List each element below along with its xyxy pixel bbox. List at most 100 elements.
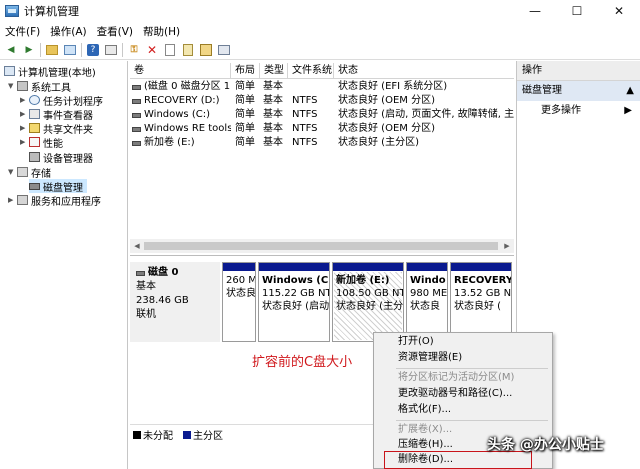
close-button[interactable]: ✕: [598, 0, 640, 22]
volume-row[interactable]: Windows (C:) 简单 基本 NTFS 状态良好 (启动, 页面文件, …: [130, 108, 514, 122]
toolbar-divider: [122, 42, 123, 57]
menu-divider: [396, 420, 548, 421]
more-actions-item[interactable]: 更多操作 ▶: [517, 101, 640, 121]
expand-caret-icon[interactable]: ▶: [8, 196, 17, 204]
column-header-volume[interactable]: 卷: [130, 63, 231, 79]
column-header-filesystem[interactable]: 文件系统: [288, 63, 334, 79]
menu-divider: [396, 368, 548, 369]
menu-item-explorer[interactable]: 资源管理器(E): [398, 350, 462, 366]
tree-item-task-scheduler[interactable]: ▶ 任务计划程序: [20, 93, 103, 108]
volume-row[interactable]: RECOVERY (D:) 简单 基本 NTFS 状态良好 (OEM 分区): [130, 94, 514, 108]
disk-info-panel[interactable]: 磁盘 0 基本 238.46 GB 联机: [130, 262, 220, 342]
volume-name: RECOVERY (D:): [144, 95, 220, 106]
horizontal-scrollbar[interactable]: ◀ ▶: [130, 239, 514, 253]
tree-item-storage[interactable]: ▼ 存储: [8, 165, 51, 180]
volume-status: 状态良好 (EFI 系统分区): [338, 81, 448, 92]
menu-item-change-drive-letter[interactable]: 更改驱动器号和路径(C)...: [398, 386, 512, 402]
partition-status: 状态良好 (: [454, 301, 502, 312]
volume-row[interactable]: 新加卷 (E:) 简单 基本 NTFS 状态良好 (主分区): [130, 136, 514, 150]
column-header-status[interactable]: 状态: [334, 63, 514, 79]
volume-row[interactable]: (磁盘 0 磁盘分区 1) 简单 基本 状态良好 (EFI 系统分区): [130, 80, 514, 94]
toolbar-divider: [40, 42, 41, 57]
menu-item-mark-active: 将分区标记为活动分区(M): [398, 372, 515, 383]
performance-icon: [29, 137, 40, 147]
tree-label: 任务计划程序: [43, 96, 103, 108]
partition-recovery[interactable]: RECOVERY 13.52 GB N 状态良好 (: [450, 262, 512, 342]
partition-status: 状态良: [226, 288, 256, 299]
menu-action[interactable]: 操作(A): [45, 24, 91, 39]
console-tree-icon[interactable]: [63, 43, 77, 57]
tree-item-root[interactable]: 计算机管理(本地): [4, 64, 96, 79]
partition-name: Windo: [410, 275, 446, 286]
annotation-text: 扩容前的C盘大小: [252, 355, 353, 370]
forward-arrow-icon[interactable]: ▶: [22, 43, 36, 57]
delete-icon[interactable]: ✕: [145, 43, 159, 57]
tree-item-event-viewer[interactable]: ▶ 事件查看器: [20, 107, 93, 122]
key-icon[interactable]: ⚿: [127, 43, 141, 57]
legend-unallocated: 未分配: [143, 431, 173, 442]
help-icon[interactable]: ?: [86, 43, 100, 57]
tree-label: 系统工具: [31, 82, 71, 94]
volume-status: 状态良好 (主分区): [338, 137, 419, 148]
up-folder-icon[interactable]: [45, 43, 59, 57]
volume-row[interactable]: Windows RE tools 简单 基本 NTFS 状态良好 (OEM 分区…: [130, 122, 514, 136]
computer-icon: [4, 66, 15, 76]
volume-icon: [132, 84, 141, 90]
services-icon: [17, 195, 28, 205]
scroll-right-icon[interactable]: ▶: [500, 239, 514, 253]
partition-size: 980 ME: [410, 288, 448, 299]
tree-item-performance[interactable]: ▶ 性能: [20, 135, 63, 150]
volume-filesystem: NTFS: [292, 137, 318, 148]
partition-size: 260 M: [226, 275, 256, 286]
partition-name: 新加卷 (E:): [336, 275, 390, 286]
tree-item-shared-folders[interactable]: ▶ 共享文件夹: [20, 121, 93, 136]
collapse-caret-icon[interactable]: ▼: [8, 82, 17, 90]
partition-new-volume-e[interactable]: 新加卷 (E:) 108.50 GB NT 状态良好 (主分: [332, 262, 404, 342]
tree-label: 服务和应用程序: [31, 196, 101, 208]
search-folder-icon[interactable]: [199, 43, 213, 57]
partition-windows-c[interactable]: Windows (C: 115.22 GB NT 状态良好 (启动: [258, 262, 330, 342]
back-arrow-icon[interactable]: ◀: [4, 43, 18, 57]
expand-caret-icon[interactable]: ▶: [20, 138, 29, 146]
collapse-arrow-icon[interactable]: ▲: [626, 81, 634, 101]
collapse-caret-icon[interactable]: ▼: [8, 168, 17, 176]
menu-item-open[interactable]: 打开(O): [398, 334, 434, 350]
properties-icon[interactable]: [217, 43, 231, 57]
partition-status: 状态良好 (主分: [336, 301, 404, 312]
watermark-text: 头条 @办公小贴士: [487, 437, 604, 453]
partition-name: Windows (C:: [262, 275, 330, 286]
document-page-icon[interactable]: [181, 43, 195, 57]
document-check-icon[interactable]: [163, 43, 177, 57]
menu-file[interactable]: 文件(F): [0, 24, 45, 39]
tree-label: 事件查看器: [43, 110, 93, 122]
disk-icon: [29, 182, 40, 190]
scrollbar-thumb[interactable]: [144, 242, 498, 250]
maximize-button[interactable]: ☐: [556, 0, 598, 22]
computer-management-icon: [5, 5, 19, 17]
volume-layout: 简单: [235, 81, 255, 92]
menu-item-format[interactable]: 格式化(F)...: [398, 402, 451, 418]
tree-label: 性能: [43, 138, 63, 150]
tree-item-services-apps[interactable]: ▶ 服务和应用程序: [8, 193, 101, 208]
minimize-button[interactable]: —: [514, 0, 556, 22]
volume-filesystem: [292, 80, 334, 94]
tree-item-device-manager[interactable]: 设备管理器: [29, 150, 93, 165]
tree-label: 共享文件夹: [43, 124, 93, 136]
actions-section-disk-management[interactable]: 磁盘管理 ▲: [517, 81, 640, 101]
properties-grid-icon[interactable]: [104, 43, 118, 57]
menu-view[interactable]: 查看(V): [92, 24, 138, 39]
scroll-left-icon[interactable]: ◀: [130, 239, 144, 253]
disk-name: 磁盘 0: [148, 267, 179, 278]
tree-item-disk-management[interactable]: 磁盘管理: [29, 179, 87, 194]
expand-caret-icon[interactable]: ▶: [20, 124, 29, 132]
column-header-layout[interactable]: 布局: [231, 63, 260, 79]
tree-item-system-tools[interactable]: ▼ 系统工具: [8, 79, 71, 94]
column-header-type[interactable]: 类型: [260, 63, 288, 79]
menu-help[interactable]: 帮助(H): [138, 24, 185, 39]
disk-type: 基本: [136, 281, 156, 292]
expand-caret-icon[interactable]: ▶: [20, 96, 29, 104]
partition-efi[interactable]: 260 M 状态良: [222, 262, 256, 342]
partition-windows-re[interactable]: Windo 980 ME 状态良: [406, 262, 448, 342]
expand-caret-icon[interactable]: ▶: [20, 110, 29, 118]
clock-icon: [29, 95, 40, 105]
